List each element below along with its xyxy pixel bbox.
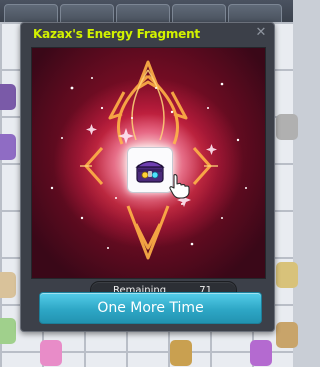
treasure-chest-icon — [135, 160, 165, 183]
close-button[interactable]: ✕ — [254, 26, 268, 40]
inventory-tab[interactable] — [116, 4, 170, 24]
inventory-item-icon[interactable] — [0, 84, 16, 110]
inventory-item-icon[interactable] — [0, 272, 16, 298]
inventory-item-icon[interactable] — [250, 340, 272, 366]
inventory-tab[interactable] — [4, 4, 58, 24]
inventory-item-icon[interactable] — [276, 114, 298, 140]
close-icon: ✕ — [255, 25, 267, 40]
inventory-tab[interactable] — [172, 4, 226, 24]
inventory-tab[interactable] — [60, 4, 114, 24]
inventory-item-icon[interactable] — [40, 340, 62, 366]
hand-pointer-icon — [169, 174, 190, 199]
reward-item-slot[interactable] — [127, 147, 173, 193]
inventory-header — [0, 0, 293, 24]
inventory-item-icon[interactable] — [276, 262, 298, 288]
inventory-item-icon[interactable] — [170, 340, 192, 366]
popup-title: Kazax's Energy Fragment — [33, 27, 200, 41]
inventory-tab[interactable] — [228, 4, 282, 24]
reward-popup: Kazax's Energy Fragment ✕ Remaining 71 O… — [20, 22, 275, 332]
one-more-time-button[interactable]: One More Time — [39, 292, 262, 324]
inventory-item-icon[interactable] — [0, 318, 16, 344]
reward-art — [31, 47, 266, 279]
inventory-item-icon[interactable] — [276, 322, 298, 348]
inventory-item-icon[interactable] — [0, 134, 16, 160]
